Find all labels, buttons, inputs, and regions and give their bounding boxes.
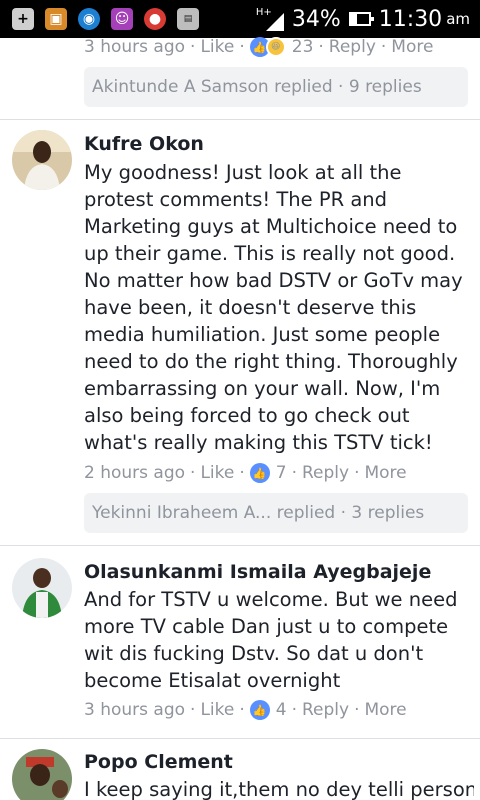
reaction-count[interactable]: 4 bbox=[276, 700, 287, 720]
clock-ampm: am bbox=[446, 10, 470, 28]
view-replies-button[interactable]: Yekinni Ibraheem A... replied · 3 replie… bbox=[84, 493, 468, 533]
plus-notification-icon: + bbox=[12, 8, 34, 30]
comment-divider bbox=[0, 738, 480, 739]
comment-divider bbox=[0, 119, 480, 120]
comment-author[interactable]: Olasunkanmi Ismaila Ayegbajeje bbox=[84, 561, 431, 583]
comment-text: I keep saying it,them no dey telli perso… bbox=[84, 778, 474, 800]
like-link[interactable]: Like bbox=[200, 37, 234, 57]
comment-author[interactable]: Popo Clement bbox=[84, 751, 233, 773]
comment-meta: 2 hours ago · Like · 👍 7 · Reply · More bbox=[84, 463, 407, 483]
avatar[interactable] bbox=[12, 749, 72, 800]
comment-meta: 3 hours ago · Like · 👍 4 · Reply · More bbox=[84, 700, 407, 720]
reply-link[interactable]: Reply bbox=[302, 700, 349, 720]
comment-text: My goodness! Just look at all the protes… bbox=[84, 161, 463, 454]
comment-text: And for TSTV u welcome. But we need more… bbox=[84, 588, 458, 692]
comment-time: 2 hours ago bbox=[84, 463, 186, 483]
avatar[interactable] bbox=[12, 558, 72, 618]
like-reaction-icon[interactable]: 👍 bbox=[249, 700, 270, 720]
more-link[interactable]: More bbox=[364, 700, 406, 720]
avatar[interactable] bbox=[12, 130, 72, 190]
comment-time: 3 hours ago bbox=[84, 700, 186, 720]
view-replies-button[interactable]: Akintunde A Samson replied · 9 replies bbox=[84, 67, 468, 107]
comment-meta: 3 hours ago · Like · 👍 😆 23 · Reply · Mo… bbox=[84, 37, 434, 57]
like-reaction-icon[interactable]: 👍 bbox=[249, 463, 270, 483]
comment-divider bbox=[0, 545, 480, 546]
status-bar: + ▣ ◉ ☺ ● ▤ H+ 34% 11:30 am bbox=[0, 0, 480, 38]
more-link[interactable]: More bbox=[364, 463, 406, 483]
comment-time: 3 hours ago bbox=[84, 37, 186, 57]
like-link[interactable]: Like bbox=[200, 700, 234, 720]
recorder-notification-icon: ● bbox=[144, 8, 166, 30]
signal-icon: H+ bbox=[256, 7, 284, 31]
like-link[interactable]: Like bbox=[200, 463, 234, 483]
reply-link[interactable]: Reply bbox=[302, 463, 349, 483]
reply-link[interactable]: Reply bbox=[329, 37, 376, 57]
reaction-count[interactable]: 23 bbox=[292, 37, 314, 57]
sd-card-icon: ▤ bbox=[177, 8, 199, 30]
more-link[interactable]: More bbox=[391, 37, 433, 57]
message-notification-icon: ☺ bbox=[111, 8, 133, 30]
battery-icon bbox=[348, 12, 374, 26]
haha-reaction-icon[interactable]: 😆 bbox=[265, 37, 286, 57]
reaction-count[interactable]: 7 bbox=[276, 463, 287, 483]
wifi-notification-icon: ◉ bbox=[78, 8, 100, 30]
comment-author[interactable]: Kufre Okon bbox=[84, 133, 204, 155]
gallery-notification-icon: ▣ bbox=[45, 8, 67, 30]
battery-percent: 34% bbox=[291, 6, 341, 32]
clock-time: 11:30 bbox=[378, 6, 443, 32]
